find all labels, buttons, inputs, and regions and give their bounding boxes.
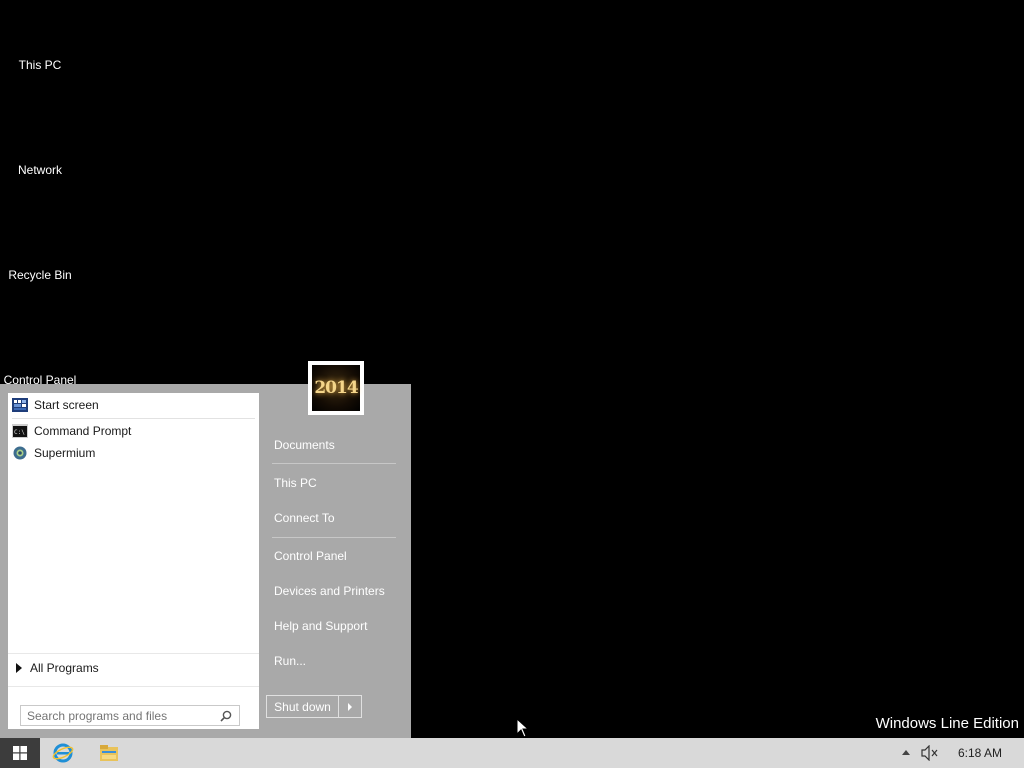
program-supermium[interactable]: Supermium [12, 443, 95, 463]
show-hidden-icons-button[interactable] [902, 750, 910, 755]
shutdown-control: Shut down [266, 695, 362, 718]
divider [272, 463, 396, 464]
mouse-cursor-icon [516, 718, 530, 738]
shutdown-options-button[interactable] [339, 696, 361, 717]
program-label: Command Prompt [34, 424, 132, 438]
internet-explorer-icon[interactable] [52, 742, 74, 764]
taskbar-clock[interactable]: 6:18 AM [958, 746, 1002, 760]
taskbar: 6:18 AM [0, 738, 1024, 768]
volume-muted-icon[interactable] [921, 745, 939, 761]
search-input[interactable] [27, 708, 217, 723]
all-programs-button[interactable]: All Programs [16, 658, 99, 678]
divider [12, 418, 255, 419]
menu-item-documents[interactable]: Documents [274, 438, 335, 452]
command-prompt-icon: C:\ [12, 424, 28, 438]
desktop-icon-label: Network [17, 163, 62, 177]
windows-logo-icon [13, 746, 27, 760]
user-picture-text: 2014 [312, 365, 360, 411]
desktop-icon-label: This PC [18, 58, 62, 72]
menu-item-help-and-support[interactable]: Help and Support [274, 619, 367, 633]
program-command-prompt[interactable]: C:\ Command Prompt [12, 421, 131, 441]
svg-text:C:\: C:\ [14, 429, 25, 436]
divider [8, 653, 259, 654]
program-label: Start screen [34, 398, 99, 412]
menu-item-connect-to[interactable]: Connect To [274, 511, 335, 525]
user-account-picture[interactable]: 2014 [308, 361, 364, 415]
divider [272, 537, 396, 538]
all-programs-label: All Programs [30, 661, 99, 675]
edition-watermark: Windows Line Edition [875, 715, 1019, 732]
triangle-right-icon [16, 663, 22, 673]
desktop-icon-network[interactable]: Network [0, 163, 80, 177]
start-menu-programs-pane: Start screen C:\ Command Prompt Supermiu… [8, 393, 259, 729]
menu-item-this-pc[interactable]: This PC [274, 476, 317, 490]
desktop-icon-label: Recycle Bin [8, 268, 72, 282]
file-explorer-icon[interactable] [98, 742, 120, 764]
menu-item-devices-and-printers[interactable]: Devices and Printers [274, 584, 385, 598]
shutdown-button[interactable]: Shut down [267, 696, 339, 717]
menu-item-control-panel[interactable]: Control Panel [274, 549, 347, 563]
program-label: Supermium [34, 446, 96, 460]
desktop-icon-recycle-bin[interactable]: Recycle Bin [0, 268, 80, 282]
desktop-icon-this-pc[interactable]: This PC [0, 58, 80, 72]
start-button[interactable] [0, 738, 40, 768]
start-menu: Start screen C:\ Command Prompt Supermiu… [0, 384, 411, 738]
start-screen-icon [12, 398, 28, 412]
chevron-right-icon [348, 702, 352, 711]
menu-item-run[interactable]: Run... [274, 654, 306, 668]
program-start-screen[interactable]: Start screen [12, 395, 99, 415]
search-icon[interactable] [220, 710, 232, 722]
search-box[interactable] [20, 705, 240, 726]
supermium-icon [13, 446, 27, 460]
divider [8, 686, 259, 687]
